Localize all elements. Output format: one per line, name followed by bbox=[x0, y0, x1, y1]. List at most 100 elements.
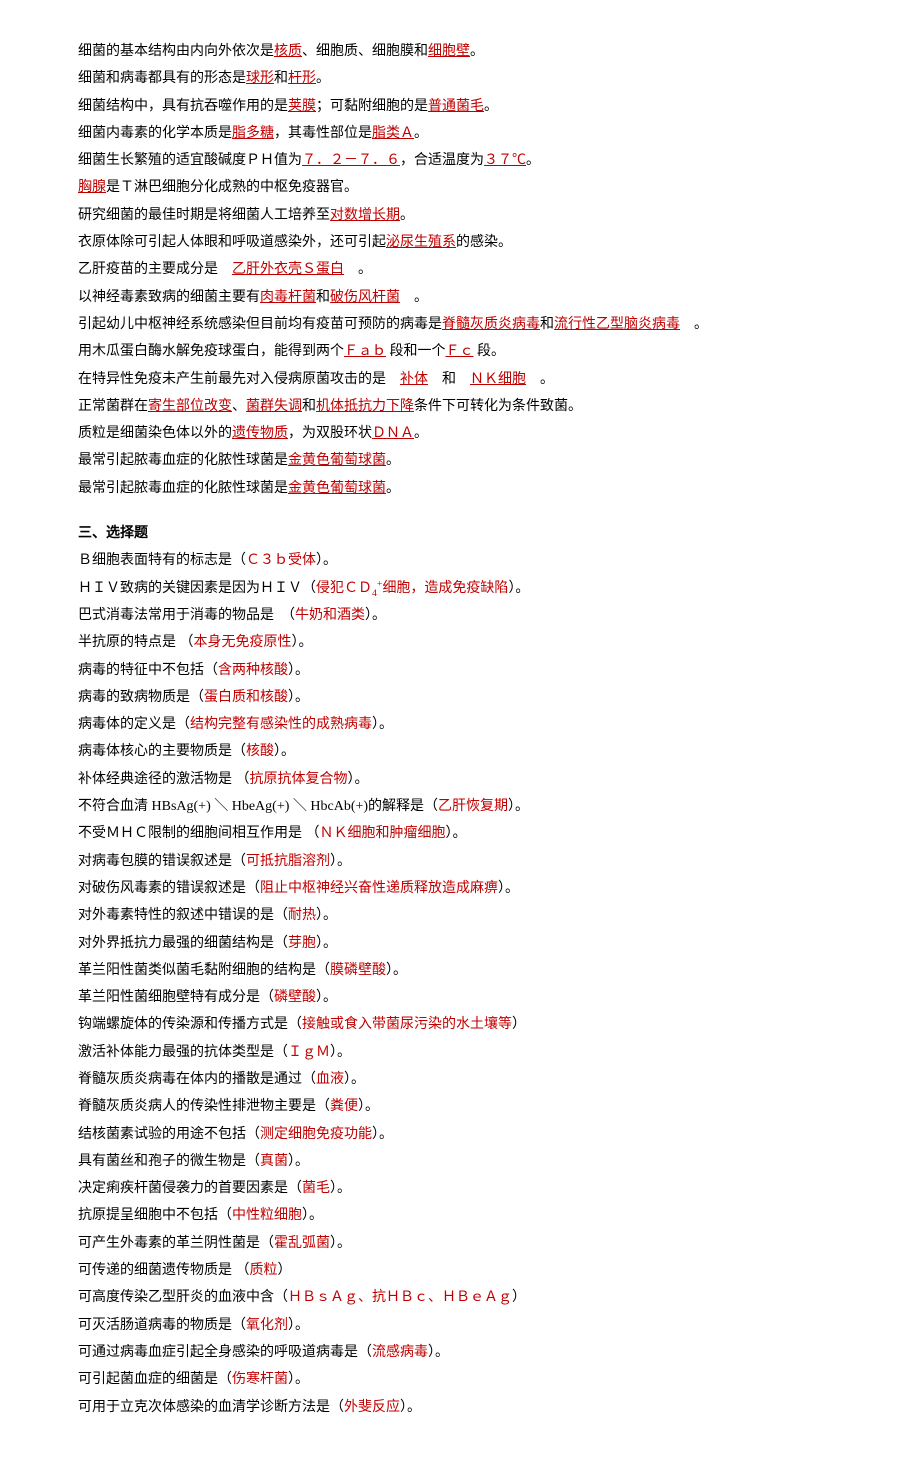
choice-answer: 可抵抗脂溶剂 bbox=[246, 854, 330, 869]
choice-answer: 测定细胞免疫功能 bbox=[260, 1127, 372, 1142]
blank-answer: 胸腺 bbox=[78, 180, 106, 195]
multiple-choice-section: Ｂ细胞表面特有的标志是（Ｃ３ｂ受体）。ＨＩＶ致病的关键因素是因为ＨＩＶ（侵犯ＣＤ… bbox=[78, 547, 842, 1421]
mc-line: 抗原提呈细胞中不包括（中性粒细胞）。 bbox=[78, 1202, 842, 1229]
blank-answer: 脂多糖 bbox=[232, 126, 274, 141]
blank-answer: 球形 bbox=[246, 71, 274, 86]
text-segment: 正常菌群在 bbox=[78, 399, 148, 414]
text-segment: 、细胞质、细胞膜和 bbox=[302, 44, 428, 59]
text-segment: 条件下可转化为条件致菌。 bbox=[414, 399, 582, 414]
fill-line: 引起幼儿中枢神经系统感染但目前均有疫苗可预防的病毒是脊髓灰质炎病毒和流行性乙型脑… bbox=[78, 311, 842, 338]
blank-answer: 寄生部位改变 bbox=[148, 399, 232, 414]
mc-line: 对外毒素特性的叙述中错误的是（耐热）。 bbox=[78, 902, 842, 929]
text-segment: 钩端螺旋体的传染源和传播方式是（ bbox=[78, 1017, 302, 1032]
choice-answer: 结构完整有感染性的成熟病毒 bbox=[190, 717, 372, 732]
text-segment: 细菌结构中，具有抗吞噬作用的是 bbox=[78, 99, 288, 114]
text-segment: ）。 bbox=[372, 1127, 393, 1142]
mc-line: 钩端螺旋体的传染源和传播方式是（接触或食入带菌尿污染的水土壤等） bbox=[78, 1011, 842, 1038]
blank-answer: 肉毒杆菌 bbox=[260, 290, 316, 305]
text-segment: 可产生外毒素的革兰阴性菌是（ bbox=[78, 1236, 274, 1251]
text-segment: 巴式消毒法常用于消毒的物品是 （ bbox=[78, 608, 295, 623]
blank-answer: ＤＮＡ bbox=[372, 426, 414, 441]
text-segment: 可高度传染乙型肝炎的血液中含（ bbox=[78, 1290, 288, 1305]
choice-answer: ＨＢｓＡｇ、抗ＨＢｃ、ＨＢｅＡｇ bbox=[288, 1290, 512, 1305]
fill-line: 乙肝疫苗的主要成分是 乙肝外衣壳Ｓ蛋白 。 bbox=[78, 256, 842, 283]
text-segment: 。 bbox=[386, 453, 400, 468]
text-segment: 不受ＭＨＣ限制的细胞间相互作用是 （ bbox=[78, 826, 320, 841]
section-heading: 三、选择题 bbox=[78, 520, 842, 547]
mc-line: 病毒的特征中不包括（含两种核酸）。 bbox=[78, 657, 842, 684]
choice-answer: 4 bbox=[372, 587, 377, 598]
blank-answer: 荚膜 bbox=[288, 99, 316, 114]
fill-line: 研究细菌的最佳时期是将细菌人工培养至对数增长期。 bbox=[78, 202, 842, 229]
text-segment: 。 bbox=[386, 481, 400, 496]
blank-answer: 金黄色葡萄球菌 bbox=[288, 453, 386, 468]
blank-answer: ７．２－７．６ bbox=[302, 153, 400, 168]
text-segment: 衣原体除可引起人体眼和呼吸道感染外，还可引起 bbox=[78, 235, 386, 250]
text-segment: ）。 bbox=[446, 826, 467, 841]
choice-answer: 本身无免疫原性 bbox=[194, 635, 292, 650]
text-segment: 以神经毒素致病的细菌主要有 bbox=[78, 290, 260, 305]
text-segment: 段和一个 bbox=[386, 344, 446, 359]
blank-answer: 对数增长期 bbox=[330, 208, 400, 223]
blank-answer: 核质 bbox=[274, 44, 302, 59]
mc-line: 病毒的致病物质是（蛋白质和核酸）。 bbox=[78, 684, 842, 711]
text-segment: ；可黏附细胞的是 bbox=[316, 99, 428, 114]
blank-answer: 普通菌毛 bbox=[428, 99, 484, 114]
mc-line: 决定痢疾杆菌侵袭力的首要因素是（菌毛）。 bbox=[78, 1175, 842, 1202]
mc-line: 不符合血清 HBsAg(+) ＼ HbeAg(+) ＼ HbcAb(+)的解释是… bbox=[78, 793, 842, 820]
text-segment: 研究细菌的最佳时期是将细菌人工培养至 bbox=[78, 208, 330, 223]
mc-line: Ｂ细胞表面特有的标志是（Ｃ３ｂ受体）。 bbox=[78, 547, 842, 574]
mc-line: 病毒体的定义是（结构完整有感染性的成熟病毒）。 bbox=[78, 711, 842, 738]
choice-answer: 真菌 bbox=[260, 1154, 288, 1169]
text-segment: 和 bbox=[302, 399, 316, 414]
text-segment: 。 bbox=[680, 317, 708, 332]
blank-answer: 机体抵抗力下降 bbox=[316, 399, 414, 414]
blank-answer: 乙肝外衣壳Ｓ蛋白 bbox=[232, 262, 344, 277]
choice-answer: 伤寒杆菌 bbox=[232, 1372, 288, 1387]
text-segment: ） bbox=[278, 1263, 292, 1278]
mc-line: 激活补体能力最强的抗体类型是（ＩｇＭ）。 bbox=[78, 1039, 842, 1066]
text-segment: 。 bbox=[344, 262, 372, 277]
blank-answer: 破伤风杆菌 bbox=[330, 290, 400, 305]
text-segment: 结核菌素试验的用途不包括（ bbox=[78, 1127, 260, 1142]
text-segment: 病毒的特征中不包括（ bbox=[78, 663, 218, 678]
choice-answer: 外斐反应 bbox=[344, 1400, 400, 1415]
choice-answer: 磷壁酸 bbox=[274, 990, 316, 1005]
text-segment: 细菌生长繁殖的适宜酸碱度ＰＨ值为 bbox=[78, 153, 302, 168]
text-segment: ）。 bbox=[365, 608, 386, 623]
text-segment: ）。 bbox=[330, 854, 351, 869]
blank-answer: 菌群失调 bbox=[246, 399, 302, 414]
choice-answer: 芽胞 bbox=[288, 936, 316, 951]
mc-line: 巴式消毒法常用于消毒的物品是 （牛奶和酒类）。 bbox=[78, 602, 842, 629]
mc-line: 对病毒包膜的错误叙述是（可抵抗脂溶剂）。 bbox=[78, 848, 842, 875]
text-segment: 在特异性免疫未产生前最先对入侵病原菌攻击的是 bbox=[78, 372, 400, 387]
text-segment: ）。 bbox=[508, 581, 529, 596]
choice-answer: 霍乱弧菌 bbox=[274, 1236, 330, 1251]
text-segment: ）。 bbox=[292, 635, 313, 650]
text-segment: ）。 bbox=[316, 936, 337, 951]
mc-line: 革兰阳性菌类似菌毛黏附细胞的结构是（膜磷壁酸）。 bbox=[78, 957, 842, 984]
choice-answer: 乙肝恢复期 bbox=[438, 799, 508, 814]
blank-answer: 金黄色葡萄球菌 bbox=[288, 481, 386, 496]
fill-line: 细菌和病毒都具有的形态是球形和杆形。 bbox=[78, 65, 842, 92]
text-segment: 用木瓜蛋白酶水解免疫球蛋白，能得到两个 bbox=[78, 344, 344, 359]
choice-answer: 接触或食入带菌尿污染的水土壤等 bbox=[302, 1017, 512, 1032]
text-segment: 对病毒包膜的错误叙述是（ bbox=[78, 854, 246, 869]
blank-answer: 杆形 bbox=[288, 71, 316, 86]
mc-line: 可高度传染乙型肝炎的血液中含（ＨＢｓＡｇ、抗ＨＢｃ、ＨＢｅＡｇ） bbox=[78, 1284, 842, 1311]
text-segment: ）。 bbox=[348, 772, 369, 787]
mc-line: 革兰阳性菌细胞壁特有成分是（磷壁酸）。 bbox=[78, 984, 842, 1011]
text-segment: 细菌和病毒都具有的形态是 bbox=[78, 71, 246, 86]
text-segment: 可引起菌血症的细菌是（ bbox=[78, 1372, 232, 1387]
blank-answer: 泌尿生殖系 bbox=[386, 235, 456, 250]
text-segment: 。 bbox=[526, 372, 554, 387]
fill-line: 质粒是细菌染色体以外的遗传物质，为双股环状ＤＮＡ。 bbox=[78, 420, 842, 447]
text-segment: 可用于立克次体感染的血清学诊断方法是（ bbox=[78, 1400, 344, 1415]
text-segment: ）。 bbox=[358, 1099, 379, 1114]
blank-answer: 脊髓灰质炎病毒 bbox=[442, 317, 540, 332]
mc-line: 补体经典途径的激活物是 （抗原抗体复合物）。 bbox=[78, 766, 842, 793]
text-segment: 病毒的致病物质是（ bbox=[78, 690, 204, 705]
text-segment: 病毒体的定义是（ bbox=[78, 717, 190, 732]
text-segment: ）。 bbox=[302, 1208, 323, 1223]
text-segment: 段。 bbox=[474, 344, 506, 359]
